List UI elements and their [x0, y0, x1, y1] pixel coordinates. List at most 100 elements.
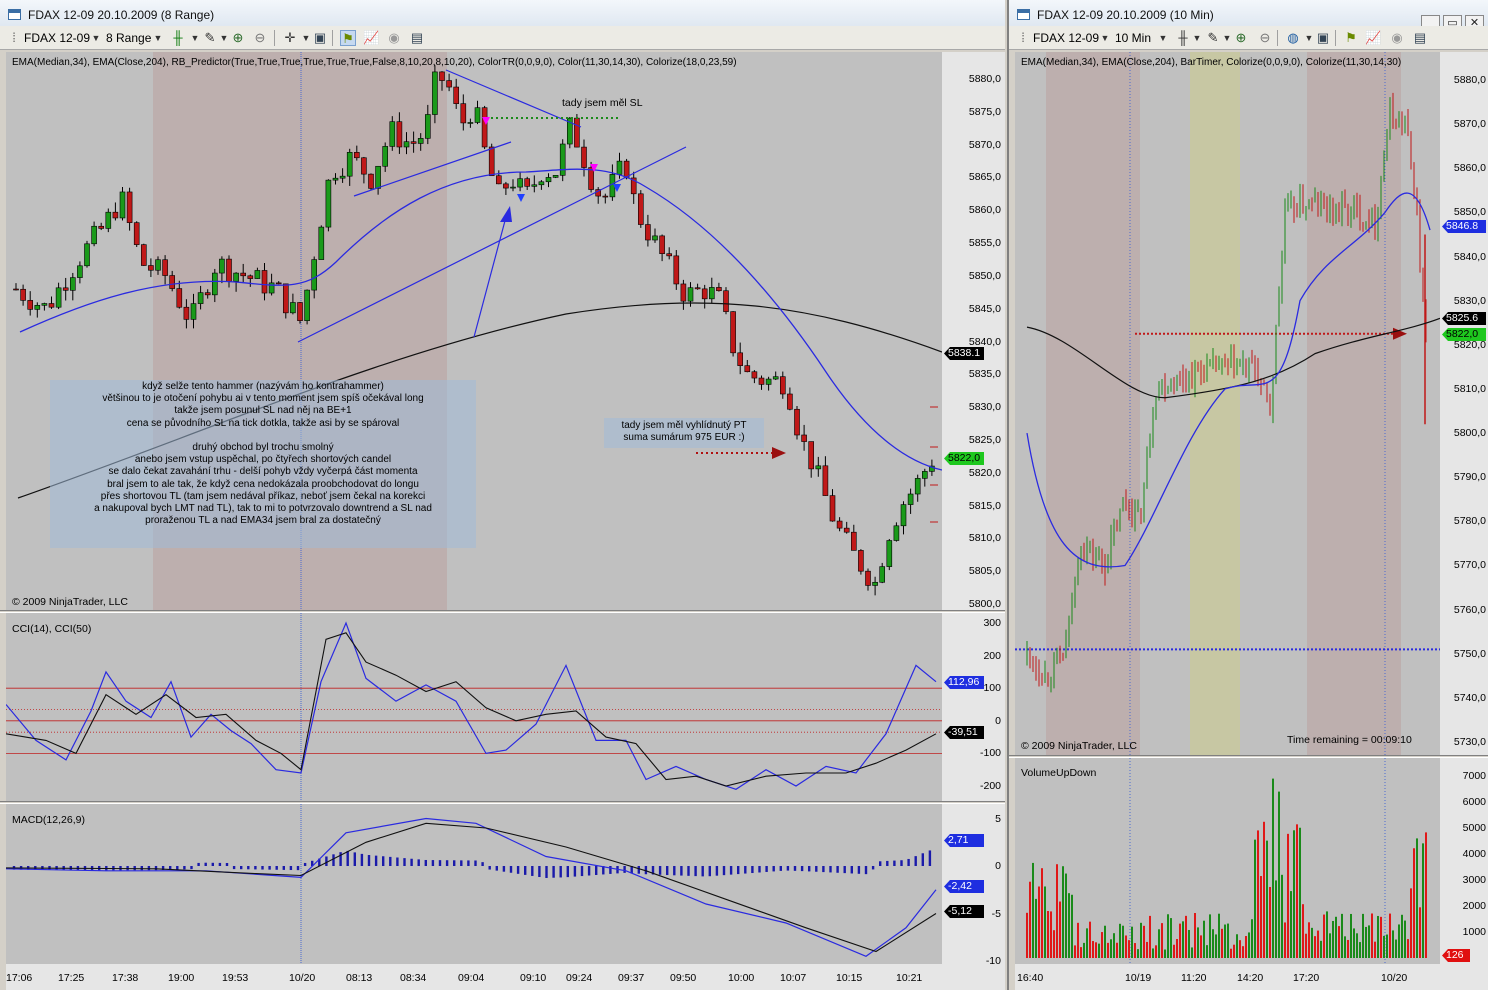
candle-body — [865, 570, 871, 586]
volume-bar — [1104, 925, 1106, 958]
zoom-out-icon[interactable]: ⊖ — [1257, 30, 1273, 46]
macd-histogram-bar — [445, 860, 449, 866]
instrument-selector[interactable]: FDAX 12-09 — [24, 29, 90, 47]
zoom-out-icon[interactable]: ⊖ — [252, 30, 268, 46]
window-title: FDAX 12-09 20.10.2009 (8 Range) — [28, 8, 215, 22]
volume-bar — [1074, 945, 1076, 958]
strategy-icon[interactable]: ⚑ — [1343, 30, 1359, 46]
macd-histogram-bar — [609, 866, 612, 874]
indicators-icon[interactable]: 📈 — [363, 30, 379, 46]
chart-trader-icon[interactable]: ▤ — [409, 30, 425, 46]
zoom-in-icon[interactable]: ⊕ — [1233, 30, 1249, 46]
volume-bar — [1134, 943, 1136, 958]
indicators-icon[interactable]: 📈 — [1365, 30, 1381, 46]
macd-histogram-bar — [658, 866, 662, 875]
chevron-down-icon[interactable]: ▼ — [1189, 30, 1205, 46]
macd-panel[interactable]: MACD(12,26,9) — [6, 804, 942, 964]
price-axis[interactable]: 5880,0 5875,0 5870,0 5865,0 5860,0 5855,0 5850… — [942, 52, 1005, 610]
volume-panel[interactable]: VolumeUpDown — [1015, 758, 1440, 964]
macd-tick: 0 — [995, 860, 1001, 872]
chevron-down-icon[interactable]: ▼ — [150, 30, 166, 46]
volume-bar — [1080, 947, 1082, 958]
chart-window-8range[interactable]: FDAX 12-09 20.10.2009 (8 Range) ⁞ FDAX 1… — [0, 0, 1005, 990]
macd-histogram-bar — [303, 862, 307, 866]
properties-icon[interactable]: ▣ — [1315, 30, 1331, 46]
chart-window-10min[interactable]: FDAX 12-09 20.10.2009 (10 Min) ▁ ▭ ✕ ⁞ FDA… — [1007, 0, 1488, 990]
volume-bar — [1176, 939, 1178, 958]
time-tick: 09:04 — [458, 972, 485, 984]
period-selector[interactable]: 8 Range — [106, 29, 151, 47]
chart-trader-icon[interactable]: ▤ — [1412, 30, 1428, 46]
volume-bar — [1113, 933, 1115, 958]
macd-histogram-bar — [673, 866, 676, 876]
period-selector[interactable]: 10 Min — [1115, 29, 1151, 47]
properties-icon[interactable]: ▣ — [312, 30, 328, 46]
price-tick: 5730,0 — [1453, 736, 1486, 748]
candle-body — [737, 352, 744, 366]
volume-bar — [1290, 891, 1292, 958]
volume-tick: 4000 — [1462, 848, 1486, 860]
volume-bar — [1146, 941, 1148, 958]
price-panel[interactable]: EMA(Median,34), EMA(Close,204), RB_Predi… — [6, 52, 942, 610]
trendline-down — [445, 69, 582, 128]
volume-bar — [1035, 898, 1037, 958]
time-axis[interactable]: 17:06 17:25 17:38 19:00 19:53 10/20 08:13 08:34… — [6, 964, 1005, 990]
candle-body — [779, 376, 786, 395]
pt-arrow-head — [772, 447, 786, 459]
candle-body — [133, 222, 140, 245]
macd-histogram-bar — [751, 866, 754, 874]
candle-body — [666, 253, 673, 257]
macd-axis[interactable]: 5 0 -5 -10 2,71 -2,42 -5,12 — [942, 804, 1005, 964]
candle-body — [375, 165, 381, 189]
macd-histogram-bar — [595, 866, 598, 875]
chevron-down-icon[interactable]: ▼ — [1155, 30, 1171, 46]
data-box-icon[interactable]: ◉ — [1389, 30, 1405, 46]
volume-bar — [1335, 916, 1337, 958]
candle-body — [297, 302, 303, 321]
volume-bar — [1128, 940, 1130, 958]
pt-annotation[interactable]: tady jsem měl vyhlídnutý PT suma sumárum… — [604, 418, 764, 448]
zoom-in-icon[interactable]: ⊕ — [230, 30, 246, 46]
strategy-icon[interactable]: ⚑ — [340, 30, 356, 46]
price-axis[interactable]: 5880,0 5870,0 5860,0 5850,0 5840,0 5830,0 5820… — [1440, 52, 1488, 755]
chart-window-icon — [1017, 9, 1030, 20]
chevron-down-icon[interactable]: ▼ — [88, 30, 104, 46]
macd-histogram-bar — [886, 860, 889, 866]
candle-body — [822, 465, 829, 496]
volume-bar — [1191, 947, 1193, 958]
candle-body — [126, 191, 133, 223]
bar-type-icon[interactable]: ╫ — [170, 30, 186, 46]
chevron-down-icon[interactable]: ▼ — [1097, 30, 1113, 46]
time-tick: 14:20 — [1237, 972, 1264, 984]
data-box-icon[interactable]: ◉ — [386, 30, 402, 46]
globe-icon[interactable]: ◍ — [1285, 30, 1301, 46]
volume-bar — [1203, 920, 1205, 958]
crosshair-icon[interactable]: ✛ — [282, 30, 298, 46]
time-axis[interactable]: 16:40 10/19 11:20 14:20 17:20 10/20 — [1015, 964, 1488, 990]
chevron-down-icon[interactable]: ▼ — [187, 30, 203, 46]
macd-histogram-bar — [779, 866, 782, 871]
macd-tick: 5 — [995, 812, 1001, 825]
price-panel[interactable]: EMA(Median,34), EMA(Close,204), BarTimer… — [1015, 52, 1440, 755]
commentary-line — [50, 430, 476, 442]
cci-panel[interactable]: CCI(14), CCI(50) — [6, 613, 942, 801]
macd-histogram-bar — [786, 866, 790, 871]
volume-bar — [1278, 791, 1280, 958]
candle-body — [325, 179, 332, 228]
volume-bar — [1275, 880, 1277, 958]
candle-body — [346, 152, 353, 177]
macd-histogram-bar — [438, 860, 442, 866]
macd-histogram-bar — [176, 866, 179, 870]
volume-axis[interactable]: 7000 6000 5000 4000 3000 2000 1000 126 — [1440, 758, 1488, 964]
volume-bar — [1293, 830, 1295, 958]
cci-axis[interactable]: 300 200 100 0 -100 -200 112,96 -39,51 — [942, 613, 1005, 801]
candle-body — [446, 80, 452, 88]
commentary-line: když selže tento hammer (nazývám ho kont… — [142, 381, 384, 392]
macd-histogram-bar — [666, 866, 669, 876]
instrument-selector[interactable]: FDAX 12-09 — [1033, 29, 1099, 47]
price-tick: 5850,0 — [968, 269, 1001, 282]
toolbar-separator — [1277, 30, 1278, 46]
macd-histogram-bar — [822, 866, 825, 873]
candle-body — [872, 581, 878, 586]
trade-commentary-note[interactable]: když selže tento hammer (nazývám ho kont… — [50, 380, 476, 548]
